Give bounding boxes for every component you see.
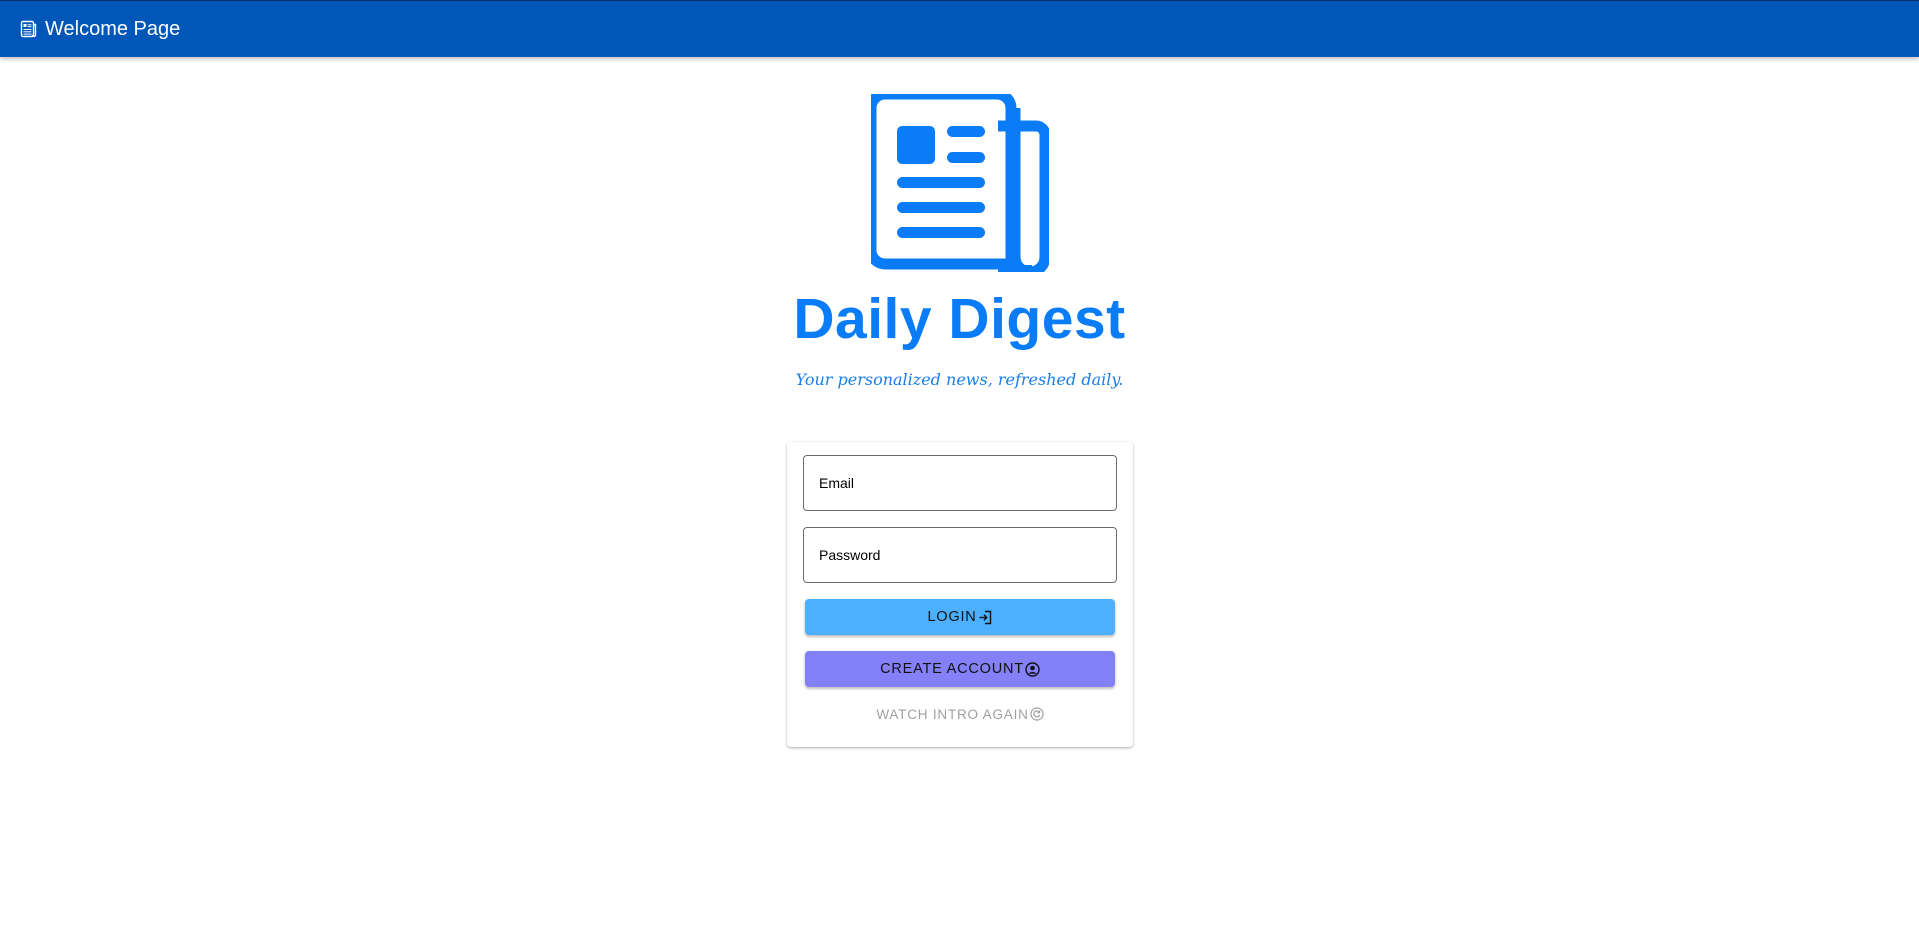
watch-intro-button-label: WATCH INTRO AGAIN [876,706,1029,722]
newspaper-icon [865,88,1051,278]
newspaper-icon [20,20,38,38]
tagline: Your personalized news, refreshed daily. [795,370,1124,389]
create-account-button-label: CREATE ACCOUNT [880,661,1024,677]
brand-title: Daily Digest [793,287,1126,351]
app-bar: Welcome Page [0,0,1919,57]
create-account-button[interactable]: CREATE ACCOUNT [805,651,1115,687]
account-circle-icon [1025,661,1040,677]
login-button-label: LOGIN [927,609,977,625]
password-input[interactable] [804,528,1116,582]
email-input[interactable] [804,456,1116,510]
page-title: Welcome Page [45,18,181,40]
watch-intro-button[interactable]: WATCH INTRO AGAIN [805,699,1115,729]
login-button[interactable]: LOGIN [805,599,1115,635]
login-card: LOGIN CREATE ACCOUNT WATCH INTRO AGAIN [787,442,1133,747]
login-icon [978,610,993,625]
replay-circle-icon [1030,707,1044,721]
email-field[interactable] [803,455,1117,511]
password-field[interactable] [803,527,1117,583]
